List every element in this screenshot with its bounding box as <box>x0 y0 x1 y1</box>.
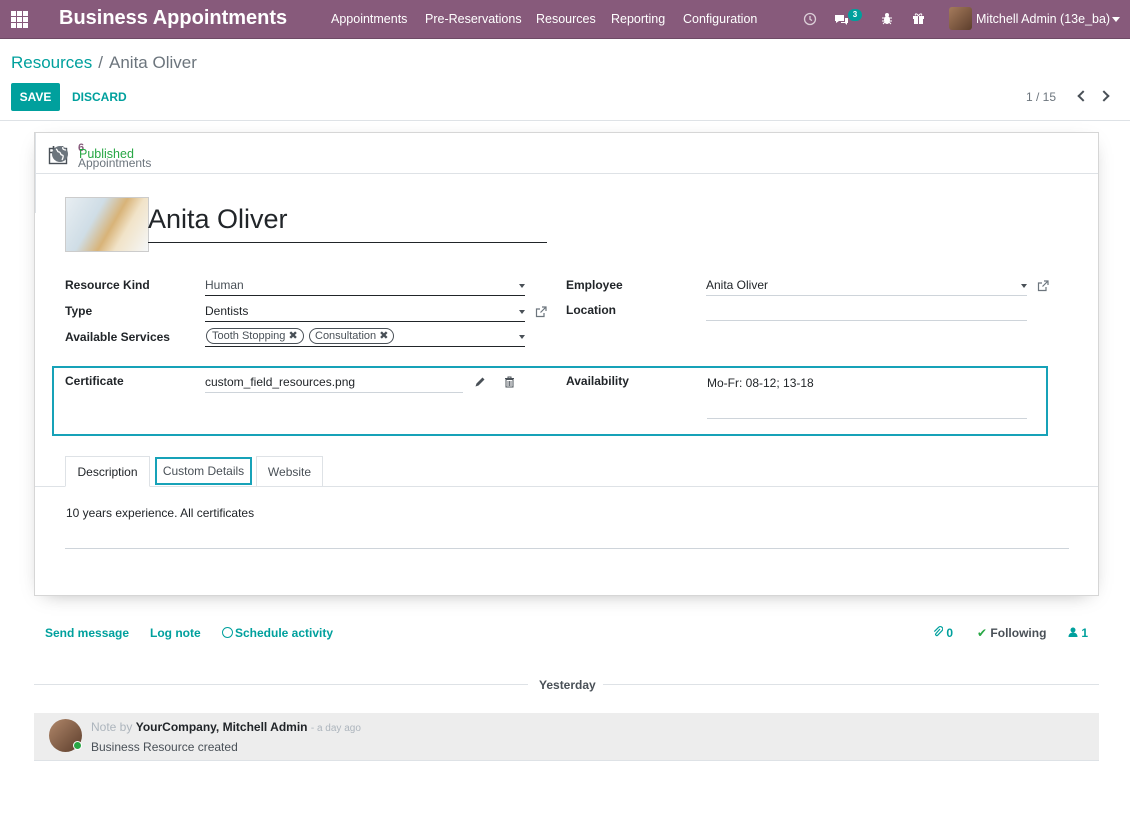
attachments-count: 0 <box>946 626 954 640</box>
breadcrumb-resources[interactable]: Resources <box>11 53 92 72</box>
following-label: Following <box>990 626 1047 640</box>
activity-clock-icon[interactable] <box>801 10 819 28</box>
resource-name-field[interactable]: Anita Oliver <box>148 199 547 243</box>
date-separator-line <box>603 684 1099 685</box>
resource-kind-label: Resource Kind <box>65 278 150 292</box>
messages-count-badge: 3 <box>848 9 862 21</box>
menu-reporting[interactable]: Reporting <box>611 12 665 26</box>
schedule-activity-label: Schedule activity <box>235 626 334 640</box>
control-panel: Resources / Anita Oliver SAVE DISCARD 1 / … <box>0 40 1130 121</box>
service-tag-label: Tooth Stopping <box>212 330 286 342</box>
resource-photo[interactable] <box>65 197 149 252</box>
external-link-icon[interactable] <box>535 306 547 318</box>
note-prefix: Note by <box>91 720 133 734</box>
user-icon <box>1068 626 1081 640</box>
chevron-down-icon <box>519 284 525 288</box>
apps-menu-icon[interactable] <box>11 11 28 28</box>
log-note-button[interactable]: Log note <box>150 626 201 640</box>
location-label: Location <box>566 303 616 317</box>
followers-count: 1 <box>1081 626 1089 640</box>
date-separator-label: Yesterday <box>539 678 596 692</box>
certificate-file-field[interactable]: custom_field_resources.png <box>205 373 463 393</box>
published-label: Published <box>79 147 134 161</box>
breadcrumb: Resources / Anita Oliver <box>11 53 197 73</box>
availability-label: Availability <box>566 374 629 388</box>
location-input[interactable] <box>706 301 1027 321</box>
gift-icon[interactable] <box>909 10 927 28</box>
chevron-down-icon <box>519 310 525 314</box>
menu-appointments[interactable]: Appointments <box>331 12 407 26</box>
globe-icon <box>51 145 69 163</box>
resource-kind-select[interactable]: Human <box>205 276 525 296</box>
message-body: Business Resource created <box>91 740 238 754</box>
menu-configuration[interactable]: Configuration <box>683 12 757 26</box>
employee-value: Anita Oliver <box>706 278 769 292</box>
employee-select[interactable]: Anita Oliver <box>706 276 1027 296</box>
message-author[interactable]: YourCompany, Mitchell Admin <box>136 720 308 734</box>
description-text[interactable]: 10 years experience. All certificates <box>66 506 254 520</box>
debug-bug-icon[interactable] <box>878 10 896 28</box>
check-icon: ✔ <box>977 626 988 640</box>
trash-icon[interactable] <box>504 376 515 388</box>
breadcrumb-separator: / <box>98 53 103 72</box>
chevron-down-icon <box>1021 284 1027 288</box>
menu-pre-reservations[interactable]: Pre-Reservations <box>425 12 522 26</box>
chevron-down-icon <box>519 335 525 339</box>
date-separator-line <box>34 684 528 685</box>
menu-resources[interactable]: Resources <box>536 12 596 26</box>
resource-kind-value: Human <box>205 278 244 292</box>
description-underline <box>65 548 1069 549</box>
user-menu-caret-icon[interactable] <box>1112 17 1120 22</box>
pager-next-icon[interactable] <box>1098 87 1114 105</box>
app-title[interactable]: Business Appointments <box>59 7 287 30</box>
smart-button-box: 6 Appointments Published <box>35 133 1098 213</box>
attachments-button[interactable]: 0 <box>933 626 953 640</box>
pencil-icon[interactable] <box>474 376 486 388</box>
tab-website[interactable]: Website <box>256 456 323 487</box>
tabs-divider <box>35 486 1098 487</box>
external-link-icon[interactable] <box>1037 280 1049 292</box>
tab-custom-details[interactable]: Custom Details <box>155 457 252 485</box>
available-services-label: Available Services <box>65 330 170 344</box>
pager-value[interactable]: 1 / 15 <box>1026 90 1056 104</box>
schedule-activity-button[interactable]: Schedule activity <box>222 626 333 640</box>
message-header: Note by YourCompany, Mitchell Admin - a … <box>91 720 361 734</box>
close-icon[interactable]: ✖ <box>288 330 297 342</box>
type-value: Dentists <box>205 304 249 318</box>
availability-textarea[interactable]: Mo-Fr: 08-12; 13-18 <box>707 374 1027 419</box>
paperclip-icon <box>933 626 946 640</box>
user-avatar[interactable] <box>949 7 972 30</box>
followers-button[interactable]: 1 <box>1068 626 1088 640</box>
following-button[interactable]: ✔ Following <box>977 626 1046 640</box>
pager-previous-icon[interactable] <box>1074 87 1090 105</box>
clock-icon <box>222 627 233 638</box>
service-tag-label: Consultation <box>315 330 377 342</box>
close-icon[interactable]: ✖ <box>379 330 388 342</box>
discard-button[interactable]: DISCARD <box>72 90 127 104</box>
service-tag[interactable]: Consultation ✖ <box>309 328 395 344</box>
user-menu-name[interactable]: Mitchell Admin (13e_ba) <box>976 12 1110 26</box>
save-button[interactable]: SAVE <box>11 83 60 111</box>
online-status-dot <box>73 741 82 750</box>
chatter-message: Note by YourCompany, Mitchell Admin - a … <box>34 713 1099 761</box>
employee-label: Employee <box>566 278 623 292</box>
type-label: Type <box>65 304 93 318</box>
form-sheet: 6 Appointments Published Anita Oliver Re… <box>34 132 1099 596</box>
type-select[interactable]: Dentists <box>205 302 525 322</box>
message-time: - a day ago <box>310 723 361 734</box>
breadcrumb-current: Anita Oliver <box>109 53 197 72</box>
available-services-field[interactable]: Tooth Stopping ✖ Consultation ✖ <box>205 327 525 347</box>
top-navbar: Business Appointments Appointments Pre-R… <box>0 0 1130 39</box>
tab-description[interactable]: Description <box>65 456 150 487</box>
service-tag[interactable]: Tooth Stopping ✖ <box>206 328 304 344</box>
send-message-button[interactable]: Send message <box>45 626 129 640</box>
certificate-label: Certificate <box>65 374 124 388</box>
